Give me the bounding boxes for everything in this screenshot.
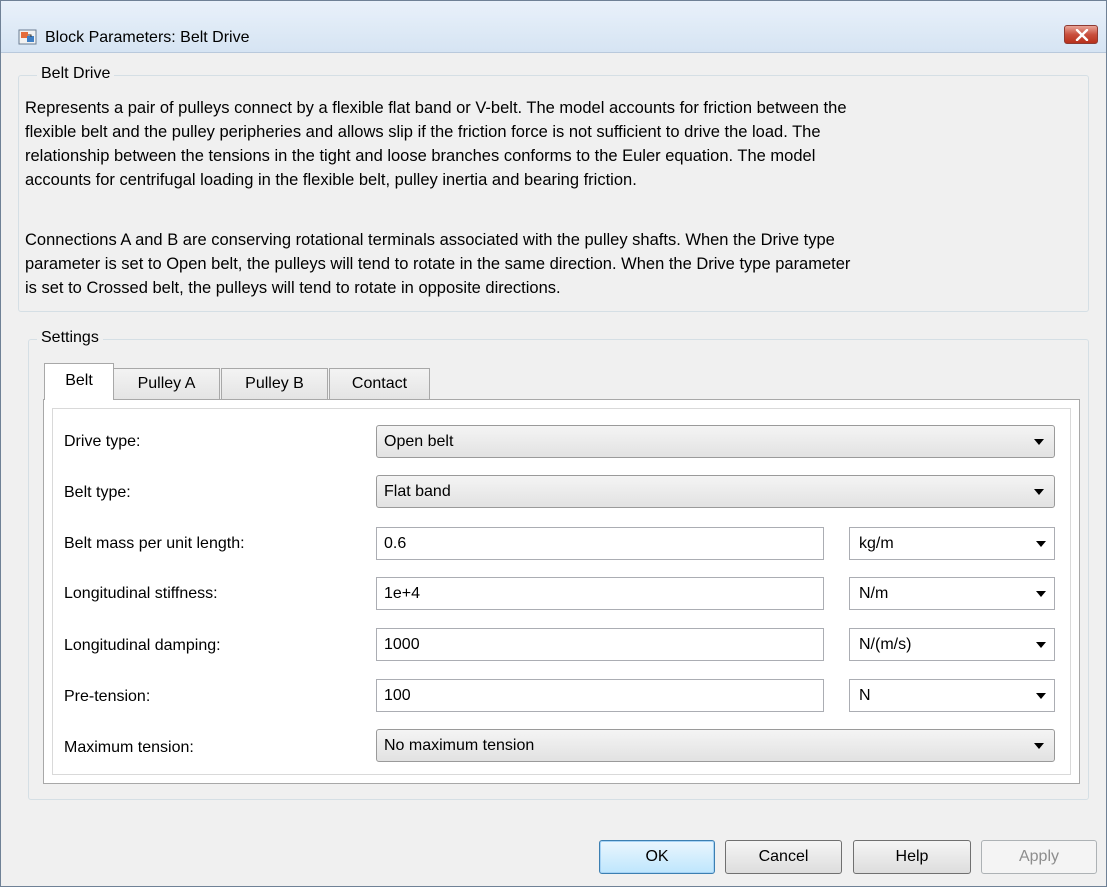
block-parameters-icon bbox=[18, 28, 38, 46]
chevron-down-icon bbox=[1036, 693, 1046, 699]
belt-mass-unit-value: kg/m bbox=[859, 535, 894, 552]
pre-tension-label: Pre-tension: bbox=[64, 688, 151, 705]
pre-tension-unit-dropdown[interactable]: N bbox=[849, 679, 1055, 712]
dialog-window: Block Parameters: Belt Drive Belt Drive … bbox=[0, 0, 1107, 887]
description-line: flexible belt and the pulley peripheries… bbox=[25, 123, 821, 141]
longitudinal-damping-unit-value: N/(m/s) bbox=[859, 636, 912, 653]
description-line: relationship between the tensions in the… bbox=[25, 147, 816, 165]
drive-type-dropdown[interactable]: Open belt bbox=[376, 425, 1055, 458]
description-line: is set to Crossed belt, the pulleys will… bbox=[25, 279, 561, 297]
longitudinal-stiffness-label: Longitudinal stiffness: bbox=[64, 585, 218, 602]
pre-tension-unit-value: N bbox=[859, 687, 871, 704]
longitudinal-stiffness-unit-value: N/m bbox=[859, 585, 889, 602]
tab-belt[interactable]: Belt bbox=[44, 363, 114, 400]
belt-mass-label: Belt mass per unit length: bbox=[64, 535, 245, 552]
tab-contact[interactable]: Contact bbox=[329, 368, 430, 399]
help-button[interactable]: Help bbox=[853, 840, 971, 874]
belt-type-dropdown[interactable]: Flat band bbox=[376, 475, 1055, 508]
chevron-down-icon bbox=[1036, 541, 1046, 547]
chevron-down-icon bbox=[1036, 642, 1046, 648]
belt-mass-field[interactable]: 0.6 bbox=[376, 527, 824, 560]
drive-type-label: Drive type: bbox=[64, 433, 141, 450]
maximum-tension-dropdown[interactable]: No maximum tension bbox=[376, 729, 1055, 762]
description-line: parameter is set to Open belt, the pulle… bbox=[25, 255, 851, 273]
cancel-button[interactable]: Cancel bbox=[725, 840, 842, 874]
description-group-title: Belt Drive bbox=[37, 64, 115, 84]
description-line: accounts for centrifugal loading in the … bbox=[25, 171, 637, 189]
description-line: Connections A and B are conserving rotat… bbox=[25, 231, 835, 249]
longitudinal-stiffness-field[interactable]: 1e+4 bbox=[376, 577, 824, 610]
apply-button[interactable]: Apply bbox=[981, 840, 1097, 874]
chevron-down-icon bbox=[1034, 489, 1044, 495]
longitudinal-damping-unit-dropdown[interactable]: N/(m/s) bbox=[849, 628, 1055, 661]
belt-mass-unit-dropdown[interactable]: kg/m bbox=[849, 527, 1055, 560]
tab-pulley-a[interactable]: Pulley A bbox=[113, 368, 220, 399]
longitudinal-damping-label: Longitudinal damping: bbox=[64, 637, 221, 654]
ok-button[interactable]: OK bbox=[599, 840, 715, 874]
maximum-tension-label: Maximum tension: bbox=[64, 739, 194, 756]
chevron-down-icon bbox=[1034, 439, 1044, 445]
description-line: Represents a pair of pulleys connect by … bbox=[25, 99, 847, 117]
tab-pulley-b[interactable]: Pulley B bbox=[221, 368, 328, 399]
settings-group-title: Settings bbox=[37, 328, 103, 348]
window-title: Block Parameters: Belt Drive bbox=[45, 29, 250, 46]
chevron-down-icon bbox=[1034, 743, 1044, 749]
chevron-down-icon bbox=[1036, 591, 1046, 597]
pre-tension-field[interactable]: 100 bbox=[376, 679, 824, 712]
close-icon bbox=[1075, 29, 1089, 41]
longitudinal-stiffness-unit-dropdown[interactable]: N/m bbox=[849, 577, 1055, 610]
title-bar[interactable]: Block Parameters: Belt Drive bbox=[1, 1, 1106, 53]
maximum-tension-value: No maximum tension bbox=[384, 737, 535, 754]
close-button[interactable] bbox=[1064, 25, 1098, 44]
longitudinal-damping-field[interactable]: 1000 bbox=[376, 628, 824, 661]
drive-type-value: Open belt bbox=[384, 433, 454, 450]
belt-type-label: Belt type: bbox=[64, 484, 131, 501]
belt-type-value: Flat band bbox=[384, 483, 451, 500]
